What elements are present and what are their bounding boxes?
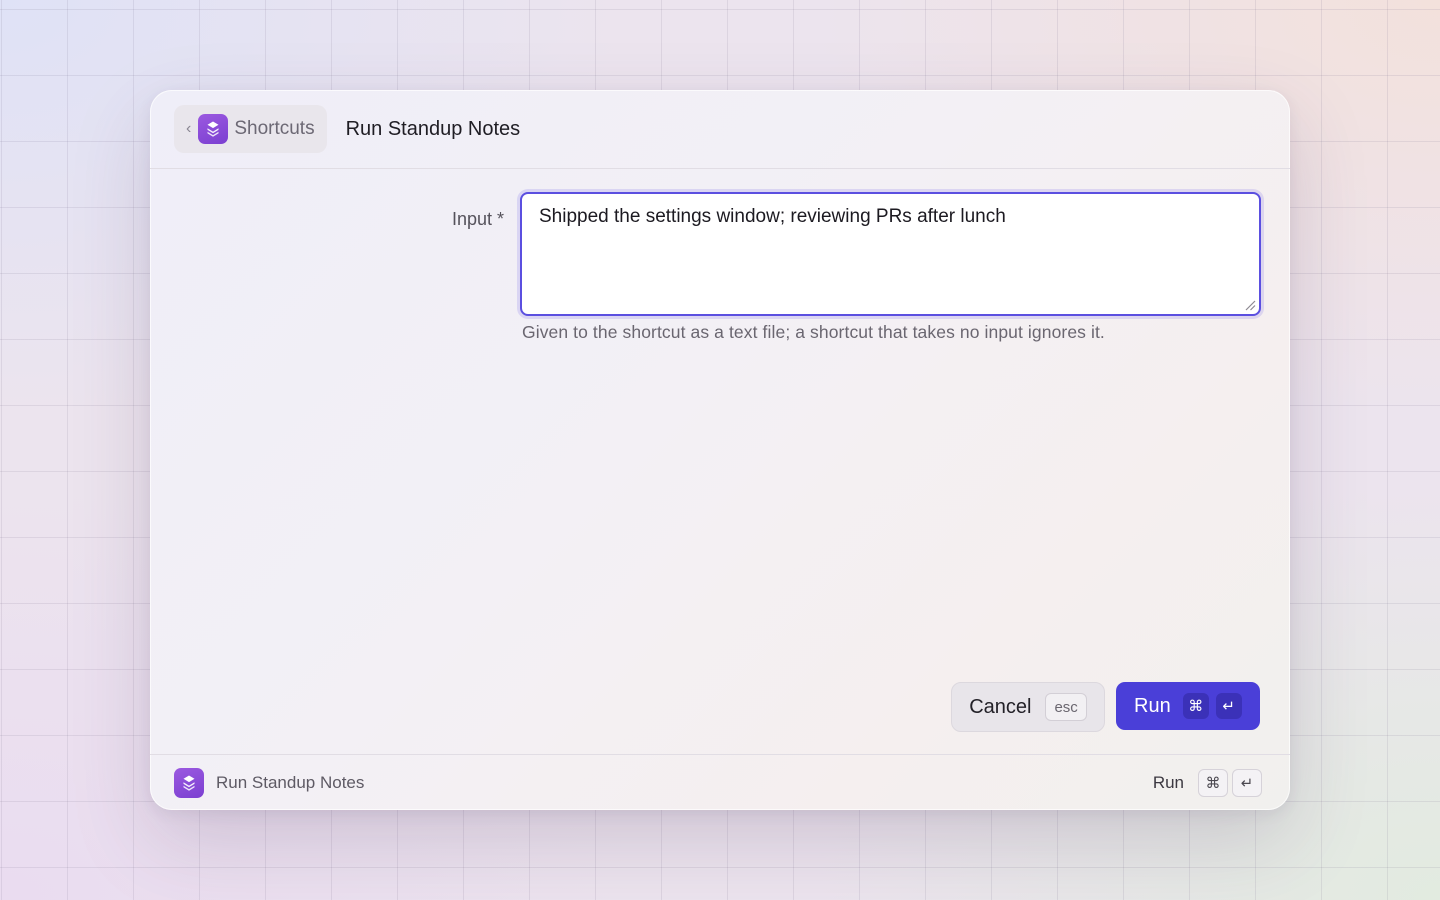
- resize-handle-icon[interactable]: [1244, 299, 1256, 311]
- return-key-icon: ↵: [1215, 693, 1242, 719]
- window-header: ‹ Shortcuts Run Standup Notes: [150, 90, 1290, 169]
- chevron-left-icon: ‹: [186, 120, 192, 137]
- esc-key-hint: esc: [1045, 693, 1087, 721]
- cancel-button-label: Cancel: [969, 695, 1032, 718]
- input-textarea-container: [520, 192, 1261, 316]
- command-key-icon: ⌘: [1182, 693, 1209, 719]
- shortcuts-stack-icon: [183, 775, 195, 791]
- footer-command-key-icon: ⌘: [1198, 768, 1228, 797]
- input-label: Input *: [451, 209, 504, 229]
- window-footer: Run Standup Notes Run ⌘ ↵: [150, 754, 1290, 810]
- cancel-button[interactable]: Cancel esc: [951, 682, 1105, 732]
- shortcuts-stack-icon: [207, 121, 219, 137]
- shortcuts-app-icon: [198, 114, 229, 144]
- dialog-actions: Cancel esc Run ⌘ ↵: [951, 682, 1260, 732]
- footer-return-key-icon: ↵: [1232, 768, 1262, 797]
- footer-shortcut-title: Run Standup Notes: [216, 772, 365, 792]
- input-hint-text: Given to the shortcut as a text file; a …: [522, 322, 1105, 342]
- page-title: Run Standup Notes: [345, 117, 521, 140]
- run-button[interactable]: Run ⌘ ↵: [1116, 682, 1260, 730]
- footer-app-icon: [174, 767, 204, 798]
- footer-run-action[interactable]: Run: [1153, 773, 1184, 793]
- back-button-label: Shortcuts: [234, 118, 315, 139]
- back-to-shortcuts-button[interactable]: ‹ Shortcuts: [174, 105, 327, 153]
- run-shortcut-window: ‹ Shortcuts Run Standup Notes Input * Gi…: [150, 90, 1290, 810]
- run-button-label: Run: [1134, 694, 1171, 717]
- input-textarea[interactable]: [522, 194, 1259, 314]
